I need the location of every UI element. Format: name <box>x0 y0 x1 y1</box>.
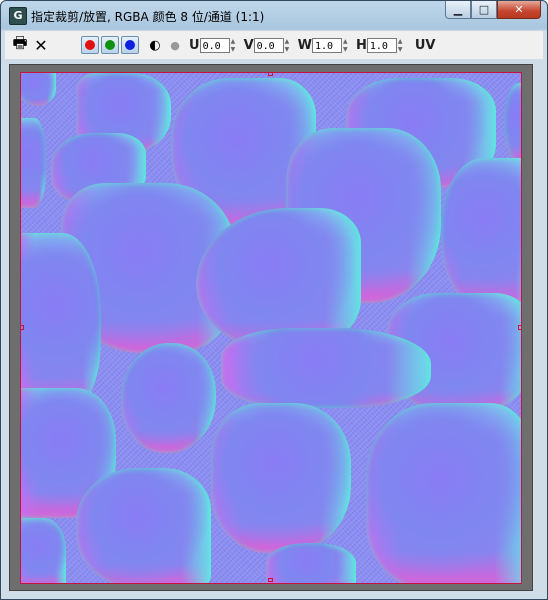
h-spinner[interactable]: ▲ ▼ <box>398 38 405 53</box>
w-spinner[interactable]: ▲ ▼ <box>343 38 350 53</box>
app-icon[interactable]: G <box>9 7 27 25</box>
toolbar: 🖶 ✕ ◐ ● U 0.0 ▲ ▼ V 0.0 ▲ ▼ W 1.0 ▲ ▼ H 1.0… <box>5 31 543 59</box>
image-canvas-frame <box>9 64 533 591</box>
minimize-button[interactable]: ▁ <box>445 1 471 19</box>
stone-shape <box>21 73 56 106</box>
v-spinner[interactable]: ▲ ▼ <box>285 38 292 53</box>
clear-icon[interactable]: ✕ <box>31 36 51 55</box>
v-field[interactable]: 0.0 <box>253 37 284 53</box>
title-bar[interactable]: G 指定裁剪/放置, RGBA 颜色 8 位/通道 (1:1) ▁ □ ✕ <box>1 1 547 29</box>
spinner-down-icon[interactable]: ▼ <box>285 46 292 53</box>
stone-shape <box>21 233 101 413</box>
spinner-down-icon[interactable]: ▼ <box>343 46 350 53</box>
spinner-up-icon[interactable]: ▲ <box>231 38 238 45</box>
window-title: 指定裁剪/放置, RGBA 颜色 8 位/通道 (1:1) <box>31 10 265 24</box>
stone-shape <box>266 543 356 583</box>
close-button[interactable]: ✕ <box>497 1 541 19</box>
stone-shape <box>366 403 521 583</box>
maximize-button[interactable]: □ <box>471 1 497 19</box>
crop-handle-top[interactable] <box>268 73 273 76</box>
u-spinner[interactable]: ▲ ▼ <box>231 38 238 53</box>
red-dot-icon <box>85 40 95 50</box>
stone-shape <box>21 518 66 583</box>
print-icon[interactable]: 🖶 <box>9 32 31 59</box>
spinner-up-icon[interactable]: ▲ <box>398 38 405 45</box>
h-field[interactable]: 1.0 <box>366 37 397 53</box>
blue-dot-icon <box>125 40 135 50</box>
u-label: U <box>189 37 200 53</box>
crop-handle-right[interactable] <box>518 325 521 330</box>
spinner-down-icon[interactable]: ▼ <box>398 46 405 53</box>
u-field[interactable]: 0.0 <box>199 37 230 53</box>
crop-region[interactable] <box>20 72 522 584</box>
w-label: W <box>297 37 312 53</box>
crop-handle-bottom[interactable] <box>268 578 273 582</box>
spinner-up-icon[interactable]: ▲ <box>343 38 350 45</box>
w-field[interactable]: 1.0 <box>311 37 342 53</box>
v-label: V <box>243 37 254 53</box>
h-label: H <box>355 37 367 53</box>
blue-channel-button[interactable] <box>121 36 139 54</box>
stone-shape <box>21 118 46 208</box>
window-controls: ▁ □ ✕ <box>445 1 541 21</box>
spinner-down-icon[interactable]: ▼ <box>231 46 238 53</box>
stone-shape <box>121 343 216 453</box>
spinner-up-icon[interactable]: ▲ <box>285 38 292 45</box>
mono-icon[interactable]: ◐ <box>145 38 165 53</box>
uv-toggle[interactable]: UV <box>415 38 436 53</box>
alpha-icon[interactable]: ● <box>165 39 185 52</box>
stone-shape <box>211 403 351 553</box>
crop-handle-left[interactable] <box>21 325 24 330</box>
stone-shape <box>76 468 211 583</box>
stone-shape <box>221 328 431 408</box>
stone-shape <box>441 158 521 308</box>
red-channel-button[interactable] <box>81 36 99 54</box>
green-dot-icon <box>105 40 115 50</box>
image-viewer-window: G 指定裁剪/放置, RGBA 颜色 8 位/通道 (1:1) ▁ □ ✕ 🖶 … <box>0 0 548 600</box>
green-channel-button[interactable] <box>101 36 119 54</box>
